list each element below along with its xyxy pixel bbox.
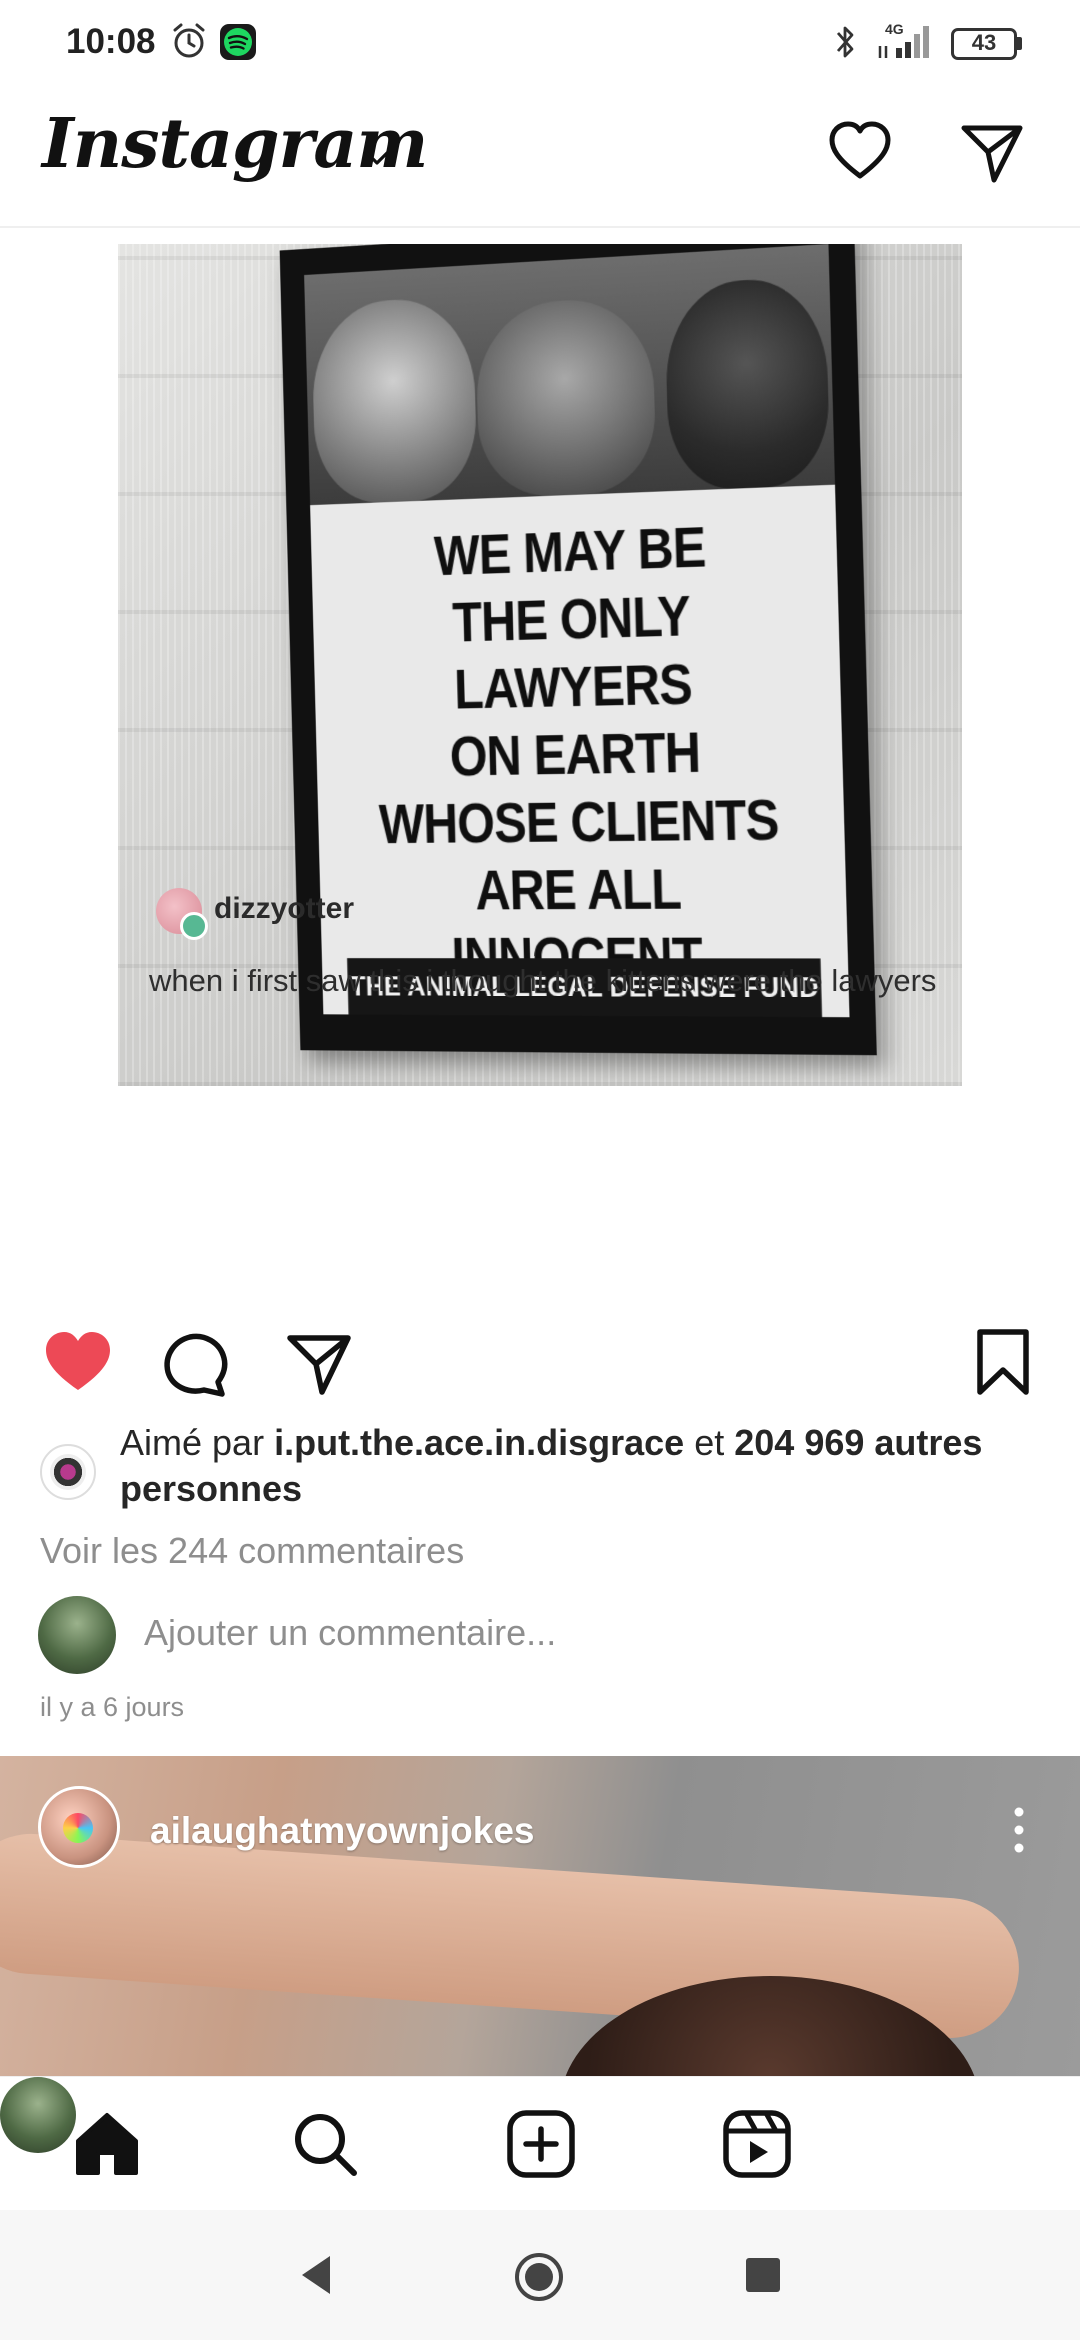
reblog-badge-icon — [180, 912, 208, 940]
repost-caption-area — [0, 1090, 1080, 1290]
chevron-down-icon[interactable] — [362, 146, 392, 170]
alarm-icon — [173, 23, 205, 58]
add-icon[interactable] — [504, 2107, 578, 2181]
home-icon[interactable] — [70, 2107, 144, 2181]
battery-tip — [1017, 37, 1022, 50]
bluetooth-icon — [836, 26, 854, 58]
recent-apps-icon[interactable] — [746, 2258, 780, 2292]
status-time: 10:08 — [66, 22, 156, 61]
view-comments-link[interactable]: Voir les 244 commentaires — [40, 1530, 464, 1572]
kitten — [664, 275, 831, 492]
post-image[interactable]: WE MAY BE THE ONLY LAWYERS ON EARTH WHOS… — [0, 230, 1080, 1290]
kitten — [474, 295, 657, 499]
battery-level: 43 — [971, 30, 997, 55]
comment-icon[interactable] — [160, 1328, 230, 1398]
search-icon[interactable] — [288, 2107, 362, 2181]
liked-by-and: et — [694, 1422, 725, 1463]
profile-avatar[interactable] — [0, 2077, 76, 2153]
next-post-preview[interactable]: ailaughatmyownjokes — [0, 1756, 1080, 2076]
liker-avatar — [40, 1444, 96, 1500]
heart-filled-icon[interactable] — [42, 1328, 114, 1394]
likes-text: Aimé par i.put.the.ace.in.disgrace et 20… — [120, 1420, 1080, 1512]
kitten — [310, 295, 478, 505]
post-actions — [0, 1320, 1080, 1404]
poster-frame: WE MAY BE THE ONLY LAWYERS ON EARTH WHOS… — [279, 244, 877, 1056]
more-options-icon[interactable] — [1004, 1802, 1034, 1858]
post-timestamp: il y a 6 jours — [40, 1692, 185, 1722]
poster-line: THE ONLY LAWYERS — [451, 583, 693, 721]
bottom-navigation — [0, 2076, 1080, 2210]
repost-caption: when i first saw this i thought the kitt… — [149, 963, 937, 998]
poster-headline: WE MAY BE THE ONLY LAWYERS ON EARTH WHOS… — [346, 509, 811, 992]
system-navigation-bar — [0, 2210, 1080, 2340]
share-icon[interactable] — [284, 1328, 354, 1398]
liked-by-user[interactable]: i.put.the.ace.in.disgrace — [274, 1422, 684, 1463]
back-icon[interactable] — [296, 2252, 336, 2298]
spotify-icon — [220, 24, 256, 60]
poster-line: WHOSE CLIENTS — [378, 787, 780, 856]
send-icon[interactable] — [958, 118, 1026, 186]
signal-icon — [878, 26, 929, 58]
poster-line: ON EARTH — [448, 720, 701, 788]
next-post-avatar[interactable] — [38, 1786, 120, 1868]
app-header: Instagram — [0, 84, 1080, 228]
current-user-avatar — [38, 1596, 116, 1674]
comment-input[interactable]: Ajouter un commentaire... — [144, 1612, 556, 1654]
poster: WE MAY BE THE ONLY LAWYERS ON EARTH WHOS… — [304, 244, 850, 1018]
poster-line: ARE ALL — [474, 856, 682, 922]
kittens-photo — [304, 244, 836, 506]
reels-icon[interactable] — [720, 2107, 794, 2181]
add-comment-row[interactable]: Ajouter un commentaire... — [38, 1596, 1038, 1676]
heart-icon[interactable] — [826, 118, 894, 186]
bookmark-icon[interactable] — [968, 1326, 1038, 1398]
instagram-logo[interactable]: Instagram — [42, 104, 428, 184]
status-bar: 10:08 4G 43 — [0, 0, 1080, 84]
next-post-username[interactable]: ailaughatmyownjokes — [150, 1810, 535, 1852]
liked-by-prefix: Aimé par — [120, 1422, 265, 1463]
repost-username: dizzyotter — [214, 892, 355, 925]
system-home-icon[interactable] — [512, 2250, 566, 2304]
